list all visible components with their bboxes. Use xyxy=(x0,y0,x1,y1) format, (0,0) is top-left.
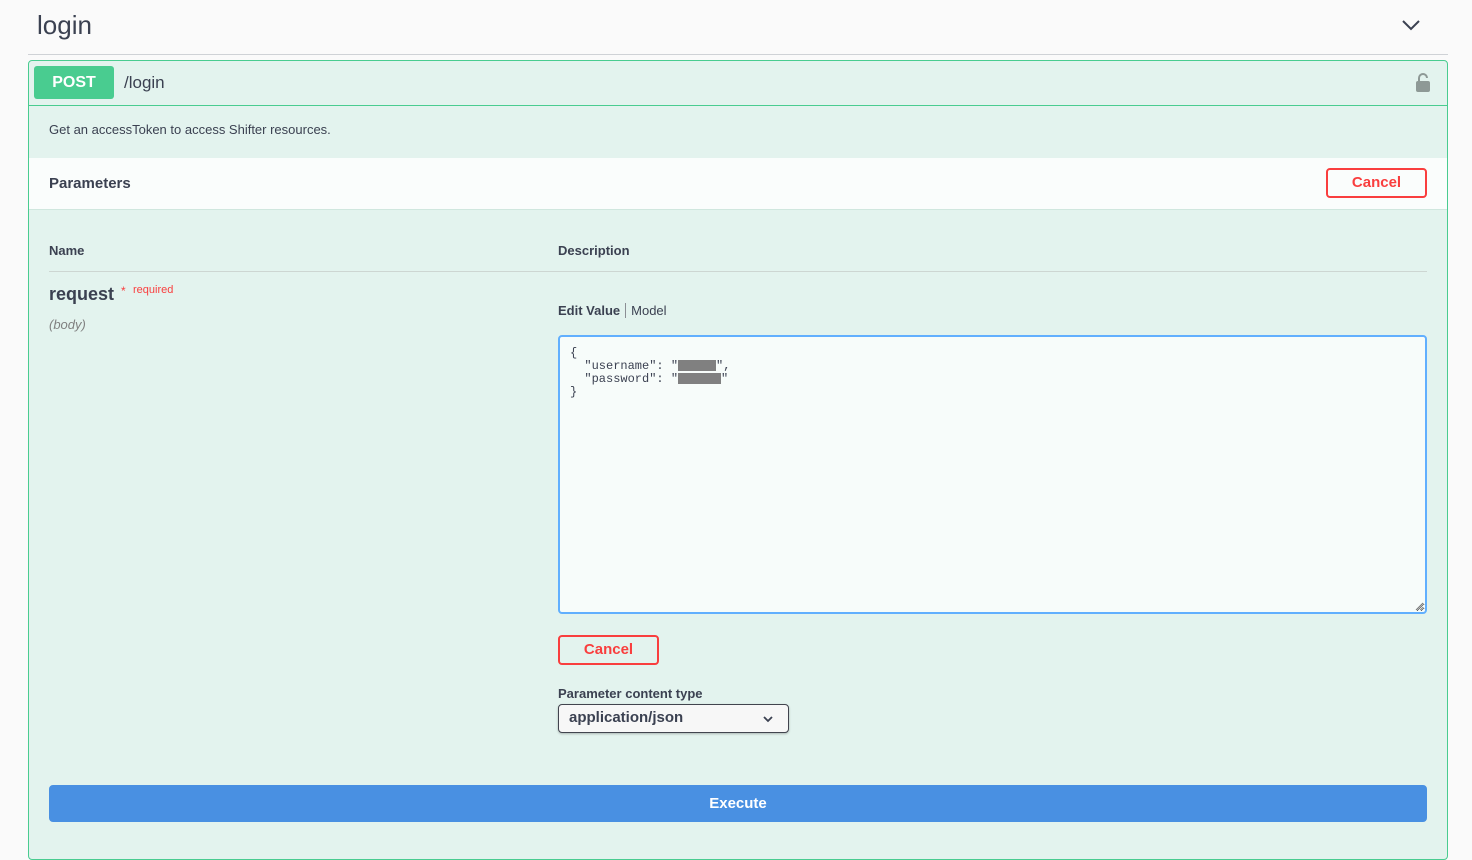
code-line-password: "password": " " xyxy=(570,373,1415,386)
operation-description: Get an accessToken to access Shifter res… xyxy=(49,122,331,137)
execute-button[interactable]: Execute xyxy=(49,785,1427,822)
content-type-value: application/json xyxy=(569,709,684,726)
cancel-try-out-button[interactable]: Cancel xyxy=(1326,168,1427,198)
tag-header[interactable]: login xyxy=(28,0,1448,55)
operation-summary[interactable]: POST /login xyxy=(29,61,1447,106)
divider xyxy=(49,271,1427,272)
content-type-label: Parameter content type xyxy=(558,686,703,701)
parameter-name: request xyxy=(49,284,115,304)
tab-model[interactable]: Model xyxy=(626,303,666,318)
content-type-select[interactable]: application/json xyxy=(558,704,789,733)
operation-block: POST /login Get an accessToken to access… xyxy=(28,60,1448,860)
resize-grip-icon[interactable] xyxy=(1414,601,1424,611)
chevron-down-icon xyxy=(763,716,773,723)
tab-edit-value[interactable]: Edit Value xyxy=(558,303,627,318)
parameter-in: (body) xyxy=(49,317,86,332)
required-star: * xyxy=(121,284,126,298)
username-tail: ", xyxy=(716,359,731,373)
redacted-value xyxy=(678,373,722,385)
tag-title[interactable]: login xyxy=(37,10,92,41)
code-line: } xyxy=(570,385,578,399)
code-line: { xyxy=(570,346,578,360)
password-key: "password": " xyxy=(570,372,679,386)
parameters-title: Parameters xyxy=(49,175,131,192)
parameters-header: Parameters Cancel xyxy=(29,158,1447,210)
redacted-value xyxy=(678,360,717,372)
parameter-tabs: Edit Value Model xyxy=(558,303,667,318)
operation-path: /login xyxy=(124,73,165,92)
cancel-edit-button[interactable]: Cancel xyxy=(558,635,659,665)
column-header-description: Description xyxy=(558,243,630,258)
column-header-name: Name xyxy=(49,243,85,258)
password-tail: " xyxy=(721,372,729,386)
code-line-username: "username": " ", xyxy=(570,360,1415,373)
method-badge: POST xyxy=(34,66,114,99)
chevron-down-icon[interactable] xyxy=(1400,14,1422,36)
username-key: "username": " xyxy=(570,359,679,373)
request-body-textarea[interactable]: { "username": " ", "password": " " } xyxy=(558,335,1427,614)
lock-icon[interactable] xyxy=(1415,73,1431,93)
required-label: required xyxy=(133,284,174,296)
